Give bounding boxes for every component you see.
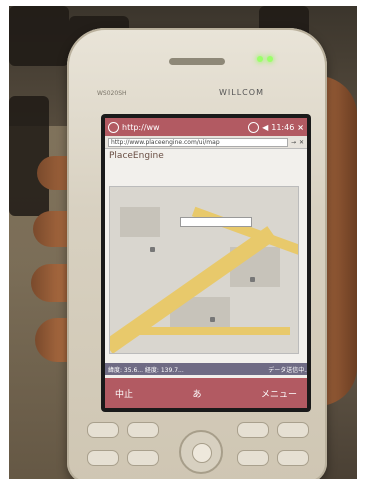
hardware-key[interactable] bbox=[127, 422, 159, 438]
volume-icon[interactable]: ◀ bbox=[262, 123, 268, 132]
close-button[interactable]: × bbox=[297, 123, 304, 132]
status-led bbox=[267, 56, 273, 62]
map-pin[interactable] bbox=[150, 247, 155, 252]
status-right: データ送信中... bbox=[268, 366, 307, 374]
softkey-left[interactable]: 中止 bbox=[115, 387, 133, 400]
hardware-key[interactable] bbox=[237, 450, 269, 466]
map-pin[interactable] bbox=[250, 277, 255, 282]
earpiece-speaker bbox=[169, 58, 225, 65]
status-led bbox=[257, 56, 263, 62]
hardware-key[interactable] bbox=[87, 422, 119, 438]
softkey-bar: 中止 あ メニュー bbox=[105, 378, 307, 408]
softkey-center[interactable]: あ bbox=[192, 387, 201, 400]
photo-background: WS020SH WILLCOM http://ww ◀ 11:46 × http… bbox=[9, 6, 357, 479]
hardware-key[interactable] bbox=[277, 450, 309, 466]
chair bbox=[9, 96, 49, 216]
hardware-key[interactable] bbox=[277, 422, 309, 438]
map-block bbox=[120, 207, 160, 237]
hardware-key[interactable] bbox=[87, 450, 119, 466]
hardware-key[interactable] bbox=[237, 422, 269, 438]
site-logo: PlaceEngine bbox=[109, 151, 164, 161]
chair bbox=[9, 6, 69, 66]
browser-icon bbox=[108, 121, 119, 133]
dpad-center-button[interactable] bbox=[192, 443, 212, 463]
hardware-keypad bbox=[87, 422, 309, 479]
window-title: http://ww bbox=[122, 122, 160, 132]
web-page: PlaceEngine bbox=[105, 148, 307, 363]
clock: 11:46 bbox=[271, 122, 295, 132]
hardware-key[interactable] bbox=[127, 450, 159, 466]
model-label: WS020SH bbox=[97, 90, 127, 97]
map-view[interactable] bbox=[109, 186, 299, 354]
url-field[interactable]: http://www.placeengine.com/ui/map bbox=[108, 137, 288, 147]
browser-titlebar: http://ww ◀ 11:46 × bbox=[105, 118, 307, 136]
lcd-display: http://ww ◀ 11:46 × http://www.placeengi… bbox=[105, 118, 307, 408]
map-controls[interactable] bbox=[180, 217, 252, 227]
signal-icon bbox=[248, 121, 260, 133]
close-icon[interactable]: ✕ bbox=[299, 139, 304, 146]
brand-label: WILLCOM bbox=[219, 88, 264, 97]
status-left: 緯度: 35.6... 経度: 139.7... bbox=[108, 366, 184, 374]
page-status-line: 緯度: 35.6... 経度: 139.7... データ送信中... bbox=[105, 363, 307, 375]
dpad[interactable] bbox=[179, 430, 223, 474]
map-road bbox=[130, 327, 290, 335]
map-pin[interactable] bbox=[210, 317, 215, 322]
phone-screen: http://ww ◀ 11:46 × http://www.placeengi… bbox=[101, 114, 311, 412]
go-arrow-icon[interactable]: → bbox=[291, 139, 296, 146]
softkey-right[interactable]: メニュー bbox=[261, 387, 297, 400]
phone-body: WS020SH WILLCOM http://ww ◀ 11:46 × http… bbox=[67, 28, 327, 479]
